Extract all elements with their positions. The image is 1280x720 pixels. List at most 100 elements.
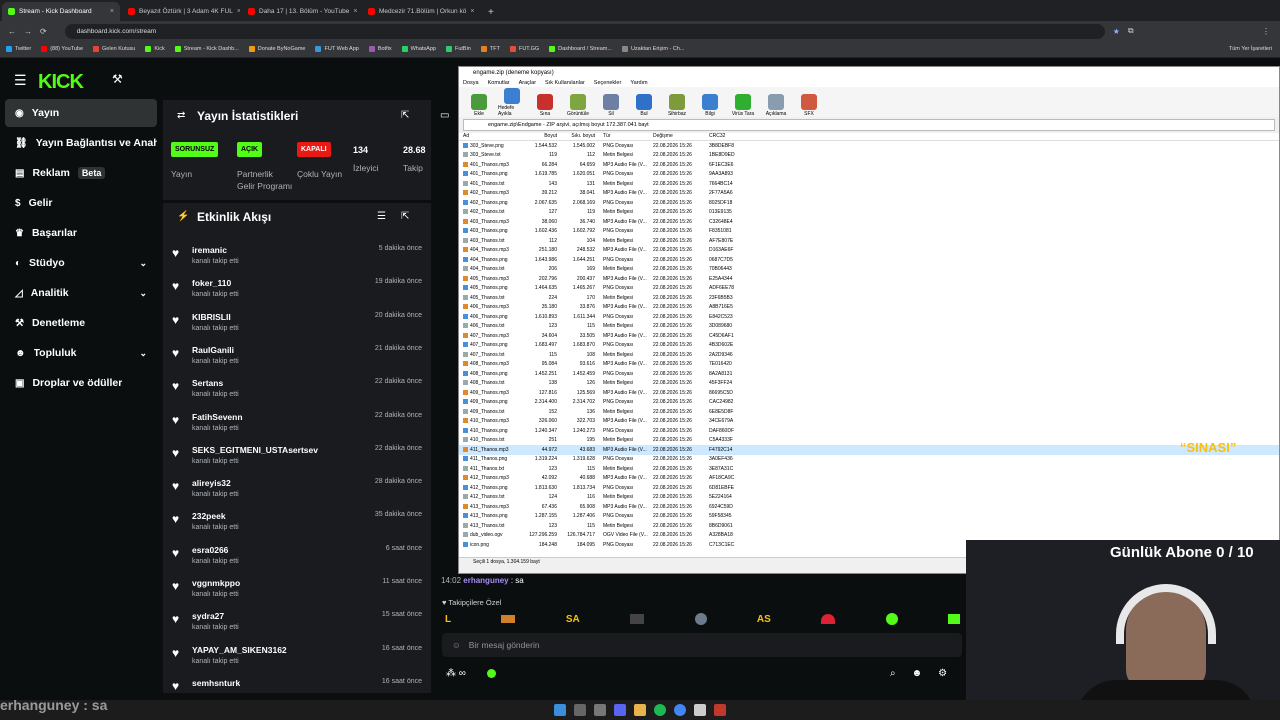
- file-row[interactable]: 406_Thanos.png 1.610.893 1.611.344 PNG Dosy…: [459, 312, 1279, 322]
- follower-item[interactable]: ♥ iremanic kanalı takip etti 5 dakika önce: [172, 240, 422, 273]
- file-row[interactable]: 402_Thanos.txt 127 119 Metin Belgesi 22.08.2…: [459, 208, 1279, 218]
- forward-icon[interactable]: →: [24, 27, 32, 36]
- file-row[interactable]: 408_Thanos.png 1.452.251 1.452.459 PNG Dosy…: [459, 369, 1279, 379]
- sidebar-item[interactable]: ▤ Reklam Beta: [5, 159, 157, 187]
- new-tab-icon[interactable]: +: [488, 7, 494, 18]
- file-row[interactable]: 402_Thanos.mp3 39.212 38.041 MP3 Audio File…: [459, 189, 1279, 199]
- sidebar-item[interactable]: ◿ Analitik ⌄: [5, 279, 157, 307]
- file-row[interactable]: 410_Thanos.mp3 326.060 322.703 MP3 Audio Fi…: [459, 417, 1279, 427]
- emote-icon[interactable]: [947, 614, 960, 624]
- url-bar[interactable]: dashboard.kick.com/stream: [64, 23, 1105, 39]
- file-row[interactable]: 412_Thanos.png 1.813.630 1.813.734 PNG Dosy…: [459, 483, 1279, 493]
- file-row[interactable]: 409_Thanos.png 2.314.400 2.314.702 PNG Dosy…: [459, 398, 1279, 408]
- zip-tool-button[interactable]: Virüs Tara: [729, 94, 757, 117]
- zip-tool-button[interactable]: Sihirbaz: [663, 94, 691, 117]
- emote-l[interactable]: L: [445, 614, 451, 625]
- file-row[interactable]: 401_Thanos.png 1.619.785 1.620.051 PNG Dosy…: [459, 170, 1279, 180]
- file-row[interactable]: 413_Thanos.txt 123 115 Metin Belgesi 22.08.2…: [459, 521, 1279, 531]
- emote-icon[interactable]: [885, 613, 898, 625]
- column-header[interactable]: CRC32: [705, 133, 745, 140]
- bookmark-item[interactable]: Uzaktan Erişim - Ch...: [621, 46, 684, 52]
- zip-tool-button[interactable]: SFX: [795, 94, 823, 117]
- file-row[interactable]: 403_Thanos.mp3 38.060 36.740 MP3 Audio File…: [459, 217, 1279, 227]
- emote-icon[interactable]: [501, 615, 516, 623]
- sidebar-item[interactable]: ◉ Yayın: [5, 99, 157, 127]
- spotify-icon[interactable]: [654, 704, 666, 716]
- emote-sa[interactable]: SA: [566, 614, 580, 625]
- hammer-icon[interactable]: ⚒: [112, 72, 123, 86]
- follower-item[interactable]: ♥ vggnmkppo kanalı takip etti 11 saat önce: [172, 573, 422, 606]
- follower-item[interactable]: ♥ alireyis32 kanalı takip etti 28 dakika ön…: [172, 473, 422, 506]
- all-bookmarks[interactable]: Tüm Yer İşaretleri: [1229, 46, 1272, 52]
- sidebar-item[interactable]: ⚒ Denetleme: [5, 309, 157, 337]
- bookmark-item[interactable]: FUT.GG: [509, 46, 539, 52]
- emoji-icon[interactable]: ☺: [452, 640, 461, 650]
- file-row[interactable]: 406_Thanos.txt 123 115 Metin Belgesi 22.08.2…: [459, 322, 1279, 332]
- chevron-down-icon[interactable]: ⌄: [139, 288, 147, 299]
- reload-icon[interactable]: ⟳: [40, 27, 47, 36]
- zip-path-bar[interactable]: engame.zip\Endgame - ZIP arşivi, açılmış…: [463, 119, 1275, 131]
- popout-icon[interactable]: ⇱: [401, 211, 409, 222]
- file-row[interactable]: 401_Thanos.txt 143 131 Metin Belgesi 22.08.2…: [459, 179, 1279, 189]
- bookmark-item[interactable]: Gelen Kutusu: [93, 46, 135, 52]
- notepad-icon[interactable]: [694, 704, 706, 716]
- hamburger-icon[interactable]: ☰: [14, 72, 27, 89]
- star-icon[interactable]: ★: [1113, 27, 1120, 36]
- file-row[interactable]: 407_Thanos.png 1.683.497 1.683.870 PNG Dosy…: [459, 341, 1279, 351]
- sidebar-item[interactable]: ⛓ Yayın Bağlantısı ve Anahtarı: [5, 129, 157, 157]
- file-row[interactable]: 303_Steve.png 1.544.532 1.545.002 PNG Dosya…: [459, 141, 1279, 151]
- file-row[interactable]: 403_Thanos.txt 112 104 Metin Belgesi 22.08.2…: [459, 236, 1279, 246]
- column-header[interactable]: Ad: [463, 133, 521, 140]
- follower-item[interactable]: ♥ KIBRISLII kanalı takip etti 20 dakika önc…: [172, 307, 422, 340]
- follower-item[interactable]: ♥ RaulGanili kanalı takip etti 21 dakika ön…: [172, 340, 422, 373]
- file-row[interactable]: 405_Thanos.mp3 202.796 200.437 MP3 Audio Fi…: [459, 274, 1279, 284]
- file-row[interactable]: 411_Thanos.txt 123 115 Metin Belgesi 22.08.2…: [459, 464, 1279, 474]
- browser-tab[interactable]: Beyazıt Öztürk | 3 Adam 4K FUL ×: [122, 2, 240, 21]
- popout-icon[interactable]: ⇱: [401, 110, 409, 121]
- emote-icon[interactable]: [821, 614, 836, 624]
- follower-item[interactable]: ♥ foker_110 kanalı takip etti 19 dakika önc…: [172, 273, 422, 306]
- bookmark-item[interactable]: Twitter: [6, 46, 31, 52]
- file-row[interactable]: 405_Thanos.png 1.464.635 1.465.267 PNG Dosy…: [459, 284, 1279, 294]
- menu-icon[interactable]: ⋮: [1262, 27, 1270, 36]
- follower-item[interactable]: ♥ YAPAY_AM_SIKEN3162 kanalı takip etti 16 s…: [172, 640, 422, 673]
- file-row[interactable]: 406_Thanos.mp3 35.180 33.876 MP3 Audio File…: [459, 303, 1279, 313]
- chat-input[interactable]: ☺ Bir mesaj gönderin: [442, 633, 962, 657]
- column-header[interactable]: Sıkı. boyut: [557, 133, 595, 140]
- follower-item[interactable]: ♥ SEKS_EGITMENI_USTAsertsev kanalı takip e…: [172, 440, 422, 473]
- follower-item[interactable]: ♥ FatihSevenn kanalı takip etti 22 dakika ö…: [172, 407, 422, 440]
- file-row[interactable]: 409_Thanos.mp3 127.816 125.569 MP3 Audio Fi…: [459, 388, 1279, 398]
- bookmark-item[interactable]: Dashboard / Stream...: [549, 46, 612, 52]
- file-row[interactable]: 412_Thanos.txt 124 116 Metin Belgesi 22.08.2…: [459, 493, 1279, 503]
- close-icon[interactable]: ×: [470, 8, 474, 15]
- file-row[interactable]: 409_Thanos.txt 152 136 Metin Belgesi 22.08.2…: [459, 407, 1279, 417]
- gear-icon[interactable]: ⚙: [938, 668, 947, 679]
- discord-icon[interactable]: [614, 704, 626, 716]
- browser-tab[interactable]: Stream - Kick Dashboard ×: [2, 2, 120, 21]
- back-icon[interactable]: ←: [8, 27, 16, 36]
- zip-tool-button[interactable]: Sına: [531, 94, 559, 117]
- file-row[interactable]: 411_Thanos.mp3 44.972 43.683 MP3 Audio File…: [459, 445, 1279, 455]
- file-row[interactable]: 410_Thanos.txt 251 195 Metin Belgesi 22.08.2…: [459, 436, 1279, 446]
- sidebar-item[interactable]: ☻ Topluluk ⌄: [5, 339, 157, 367]
- extensions-icon[interactable]: ⧉: [1128, 26, 1134, 36]
- sidebar-item[interactable]: ◐ Stüdyo ⌄: [5, 249, 157, 277]
- windows-start-icon[interactable]: [554, 704, 566, 716]
- chevron-down-icon[interactable]: ⌄: [139, 258, 147, 269]
- bookmark-item[interactable]: FUT Web App: [315, 46, 359, 52]
- file-row[interactable]: 407_Thanos.mp3 34.604 33.505 MP3 Audio File…: [459, 331, 1279, 341]
- file-row[interactable]: 412_Thanos.mp3 42.092 40.688 MP3 Audio File…: [459, 474, 1279, 484]
- browser-tab[interactable]: Medcezir 71.Bölüm | Orkun kö ×: [362, 2, 480, 21]
- bookmark-item[interactable]: Donate ByNoGame: [248, 46, 305, 52]
- sidebar-item[interactable]: ▣ Droplar ve ödüller: [5, 369, 157, 397]
- bookmark-item[interactable]: Kick: [145, 46, 165, 52]
- zip-tool-button[interactable]: Bul: [630, 94, 658, 117]
- follower-item[interactable]: ♥ Sertans kanalı takip etti 22 dakika önce: [172, 373, 422, 406]
- column-header[interactable]: Tür: [595, 133, 653, 140]
- zip-menu-item[interactable]: Sık Kullanılanlar: [545, 80, 585, 86]
- file-row[interactable]: 303_Steve.txt 119 112 Metin Belgesi 22.08.20…: [459, 151, 1279, 161]
- column-header[interactable]: Boyut: [521, 133, 557, 140]
- zip-menu-item[interactable]: Seçenekler: [594, 80, 622, 86]
- file-row[interactable]: 404_Thanos.txt 206 169 Metin Belgesi 22.08.2…: [459, 265, 1279, 275]
- file-row[interactable]: 404_Thanos.mp3 251.180 248.532 MP3 Audio Fi…: [459, 246, 1279, 256]
